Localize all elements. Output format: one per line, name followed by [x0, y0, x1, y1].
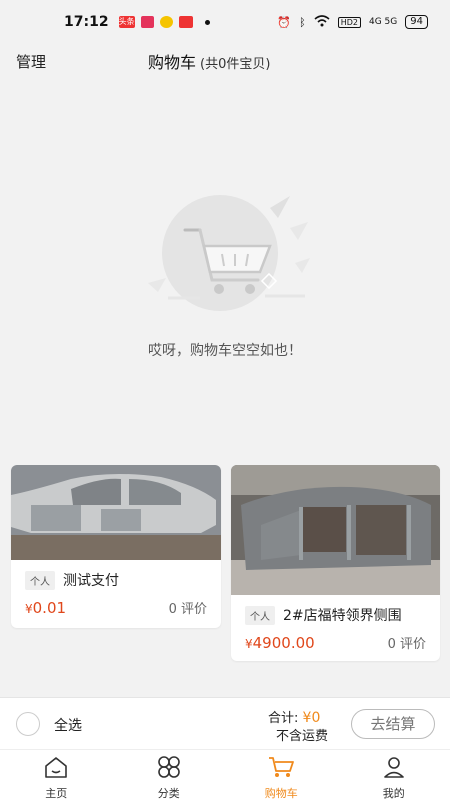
price-value: 0.01 [32, 599, 67, 617]
currency-symbol: ¥ [245, 637, 253, 651]
tab-profile[interactable]: 我的 [338, 750, 450, 800]
product-card[interactable]: 个人 2#店福特领界侧围 ¥4900.00 0 评价 [231, 465, 440, 661]
header: 管理 购物车 (共0件宝贝) [0, 44, 450, 78]
product-price: ¥4900.00 [245, 634, 315, 652]
signal-icon: 4G 5G [369, 17, 398, 27]
status-indicators: ⏰ ᛒ HD2 4G 5G 94 [277, 14, 428, 30]
checkout-bar: 全选 合计: ¥0 不含运费 去结算 [0, 697, 450, 749]
total-label: 合计: [268, 711, 299, 726]
music-app-icon [140, 16, 154, 28]
total-value: ¥0 [302, 710, 321, 726]
bluetooth-icon: ᛒ [299, 15, 306, 29]
home-icon [43, 755, 69, 783]
price-value: 4900.00 [252, 634, 315, 652]
toutiao-app-icon: 头条 [118, 16, 135, 28]
product-price: ¥0.01 [25, 599, 66, 617]
empty-cart-illustration [140, 188, 315, 313]
tab-label: 主页 [45, 787, 68, 800]
shipping-note: 不含运费 [276, 729, 329, 744]
tab-home[interactable]: 主页 [0, 750, 113, 800]
select-all-checkbox[interactable] [16, 712, 40, 736]
review-count: 0 评价 [168, 602, 207, 617]
checkout-button[interactable]: 去结算 [351, 709, 435, 739]
tab-label: 分类 [157, 787, 180, 800]
product-info: 个人 2#店福特领界侧围 ¥4900.00 0 评价 [231, 595, 440, 652]
product-title-row: 个人 测试支付 [25, 570, 207, 590]
product-image[interactable] [231, 465, 440, 595]
user-icon [381, 755, 407, 783]
item-count: (共0件宝贝) [200, 57, 271, 72]
total-summary: 合计: ¥0 [268, 707, 320, 726]
manage-button[interactable]: 管理 [16, 51, 46, 72]
category-icon [156, 755, 182, 783]
product-name[interactable]: 测试支付 [63, 570, 119, 590]
battery-icon: 94 [405, 15, 428, 29]
shop-app-icon [178, 16, 193, 28]
page-title-group: 购物车 (共0件宝贝) [148, 49, 270, 73]
price-row: ¥0.01 0 评价 [25, 598, 207, 617]
wifi-icon [314, 14, 330, 30]
alarm-icon: ⏰ [277, 15, 292, 29]
seller-type-badge: 个人 [245, 605, 275, 625]
status-time: 17:12 [64, 14, 109, 30]
product-image[interactable] [11, 465, 221, 560]
product-name[interactable]: 2#店福特领界侧围 [283, 605, 402, 625]
product-title-row: 个人 2#店福特领界侧围 [245, 605, 426, 625]
tab-label: 我的 [382, 787, 405, 800]
cart-icon [267, 755, 295, 783]
tab-label: 购物车 [264, 787, 298, 800]
notification-dot-icon [204, 19, 210, 25]
tab-category[interactable]: 分类 [113, 750, 226, 800]
review-count: 0 评价 [387, 637, 426, 652]
status-bar: 17:12 头条 ⏰ ᛒ HD2 4G 5G 94 [0, 0, 450, 44]
weibo-app-icon [159, 16, 173, 28]
currency-symbol: ¥ [25, 602, 33, 616]
tab-cart[interactable]: 购物车 [225, 750, 338, 800]
price-row: ¥4900.00 0 评价 [245, 633, 426, 652]
seller-type-badge: 个人 [25, 570, 55, 590]
product-card[interactable]: 个人 测试支付 ¥0.01 0 评价 [11, 465, 221, 628]
select-all-label[interactable]: 全选 [54, 715, 82, 735]
page-title: 购物车 [148, 53, 197, 72]
hd-icon: HD2 [337, 16, 361, 28]
bottom-tab-bar: 主页 分类 购物车 我的 [0, 749, 450, 800]
product-info: 个人 测试支付 ¥0.01 0 评价 [11, 560, 221, 617]
status-app-icons: 头条 [118, 16, 210, 28]
empty-cart-message: 哎呀，购物车空空如也！ [148, 343, 302, 359]
